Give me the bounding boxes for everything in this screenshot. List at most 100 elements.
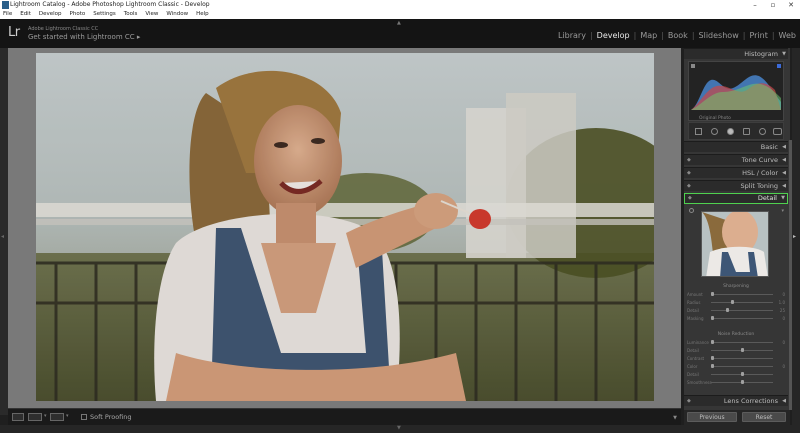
crop-tool-icon[interactable] xyxy=(695,128,702,135)
slider-value[interactable]: 0 xyxy=(782,316,785,321)
filmstrip-toggle[interactable]: ▼ xyxy=(0,425,800,433)
slider-track[interactable] xyxy=(711,358,773,359)
slider-knob[interactable] xyxy=(711,364,714,368)
spot-removal-icon[interactable] xyxy=(711,128,718,135)
panel-lens-corrections-header[interactable]: ◆ Lens Corrections ◀ xyxy=(684,395,788,406)
slider-value[interactable]: 0 xyxy=(782,340,785,345)
slider-label: Radius xyxy=(687,300,701,305)
menu-edit[interactable]: Edit xyxy=(16,10,35,19)
develop-toolbar: ▾ ▾ Soft Proofing ▼ xyxy=(8,408,681,425)
slider-label: Masking xyxy=(687,316,704,321)
module-web[interactable]: Web xyxy=(779,31,796,40)
slider-track[interactable] xyxy=(711,294,773,295)
slider-knob[interactable] xyxy=(730,300,734,304)
toolbar-menu-icon[interactable]: ▼ xyxy=(673,415,677,421)
noise-reduction-title: Noise Reduction xyxy=(717,332,755,337)
dropdown-arrow-icon[interactable]: ▾ xyxy=(44,413,47,419)
noise-slider[interactable]: Detail xyxy=(687,348,785,354)
menu-view[interactable]: View xyxy=(141,10,162,19)
slider-knob[interactable] xyxy=(741,372,744,376)
slider-knob[interactable] xyxy=(741,348,744,352)
panel-switch-icon[interactable]: ◆ xyxy=(687,396,691,407)
minimize-button[interactable]: – xyxy=(748,0,762,10)
slider-value[interactable]: 0 xyxy=(782,364,785,369)
menu-window[interactable]: Window xyxy=(162,10,192,19)
slider-knob[interactable] xyxy=(711,340,714,344)
module-book[interactable]: Book xyxy=(668,31,688,40)
panel-detail-header[interactable]: ◆ Detail ▼ xyxy=(684,193,788,204)
basic-label: Basic xyxy=(760,143,778,151)
panel-switch-icon[interactable]: ◆ xyxy=(687,168,691,179)
panel-hsl-header[interactable]: ◆ HSL / Color ◀ xyxy=(684,167,788,178)
menu-file[interactable]: File xyxy=(0,10,16,19)
slider-track[interactable] xyxy=(711,310,773,311)
left-panel-toggle[interactable]: ◂ xyxy=(0,48,8,415)
slider-track[interactable] xyxy=(711,302,773,303)
slider-track[interactable] xyxy=(711,318,773,319)
sharpening-slider[interactable]: Amount 0 xyxy=(687,292,785,298)
panel-split-toning-header[interactable]: ◆ Split Toning ◀ xyxy=(684,180,788,191)
noise-slider[interactable]: Color 0 xyxy=(687,364,785,370)
module-library[interactable]: Library xyxy=(558,31,586,40)
panel-switch-icon[interactable]: ◆ xyxy=(688,194,692,203)
module-picker: Library | Develop | Map | Book | Slidesh… xyxy=(557,31,796,40)
shadow-clipping-icon[interactable] xyxy=(691,64,695,68)
highlight-clipping-icon[interactable] xyxy=(777,64,781,68)
module-slideshow[interactable]: Slideshow xyxy=(699,31,739,40)
previous-button[interactable]: Previous xyxy=(687,412,737,422)
swap-settings-button[interactable] xyxy=(50,413,64,421)
graduated-filter-icon[interactable] xyxy=(743,128,750,135)
menu-settings[interactable]: Settings xyxy=(89,10,120,19)
slider-track[interactable] xyxy=(711,366,773,367)
collapse-icon: ▼ xyxy=(782,51,786,57)
panel-histogram-header[interactable]: Histogram ▼ xyxy=(684,48,788,59)
menu-develop[interactable]: Develop xyxy=(35,10,66,19)
panel-switch-icon[interactable]: ◆ xyxy=(687,181,691,192)
maximize-button[interactable]: ▫ xyxy=(766,0,780,10)
main-photo[interactable] xyxy=(36,53,654,401)
red-eye-icon[interactable] xyxy=(727,128,734,135)
slider-knob[interactable] xyxy=(711,316,714,320)
slider-label: Amount xyxy=(687,292,703,297)
slider-knob[interactable] xyxy=(741,380,744,384)
panel-switch-icon[interactable]: ◆ xyxy=(687,155,691,166)
slider-value[interactable]: 1.0 xyxy=(779,300,785,305)
menu-help[interactable]: Help xyxy=(192,10,213,19)
noise-slider[interactable]: Contrast xyxy=(687,356,785,362)
noise-slider[interactable]: Detail xyxy=(687,372,785,378)
adjustment-brush-icon[interactable] xyxy=(773,128,782,135)
sharpening-slider[interactable]: Radius 1.0 xyxy=(687,300,785,306)
radial-filter-icon[interactable] xyxy=(759,128,766,135)
sharpening-slider[interactable]: Masking 0 xyxy=(687,316,785,322)
soft-proofing-checkbox[interactable] xyxy=(81,414,87,420)
menu-tools[interactable]: Tools xyxy=(120,10,142,19)
slider-track[interactable] xyxy=(711,342,773,343)
panel-basic-header[interactable]: Basic ◀ xyxy=(684,141,788,152)
module-develop[interactable]: Develop xyxy=(597,31,630,40)
slider-label: Color xyxy=(687,364,698,369)
dropdown-arrow-icon-2[interactable]: ▾ xyxy=(66,413,69,419)
module-map[interactable]: Map xyxy=(640,31,657,40)
before-after-button[interactable] xyxy=(28,413,42,421)
slider-knob[interactable] xyxy=(711,292,714,296)
slider-value[interactable]: 25 xyxy=(780,308,785,313)
slider-knob[interactable] xyxy=(726,308,729,312)
loupe-view-button[interactable] xyxy=(12,413,24,421)
expand-icon: ◀ xyxy=(782,398,786,404)
top-panel-toggle-icon[interactable]: ▲ xyxy=(397,20,401,26)
target-icon[interactable] xyxy=(689,208,694,213)
reset-button[interactable]: Reset xyxy=(742,412,786,422)
get-started-link[interactable]: Get started with Lightroom CC ▸ xyxy=(28,33,140,41)
right-panel-toggle[interactable]: ▸ xyxy=(792,48,800,425)
sharpening-slider[interactable]: Detail 25 xyxy=(687,308,785,314)
module-print[interactable]: Print xyxy=(749,31,767,40)
bottom-arrow-icon: ▼ xyxy=(397,425,401,431)
panel-tone-curve-header[interactable]: ◆ Tone Curve ◀ xyxy=(684,154,788,165)
slider-knob[interactable] xyxy=(711,356,714,360)
noise-slider[interactable]: Luminance 0 xyxy=(687,340,785,346)
detail-preview[interactable] xyxy=(701,211,769,277)
menu-photo[interactable]: Photo xyxy=(66,10,90,19)
slider-value[interactable]: 0 xyxy=(782,292,785,297)
noise-slider[interactable]: Smoothness xyxy=(687,380,785,386)
close-button[interactable]: ✕ xyxy=(784,0,798,10)
